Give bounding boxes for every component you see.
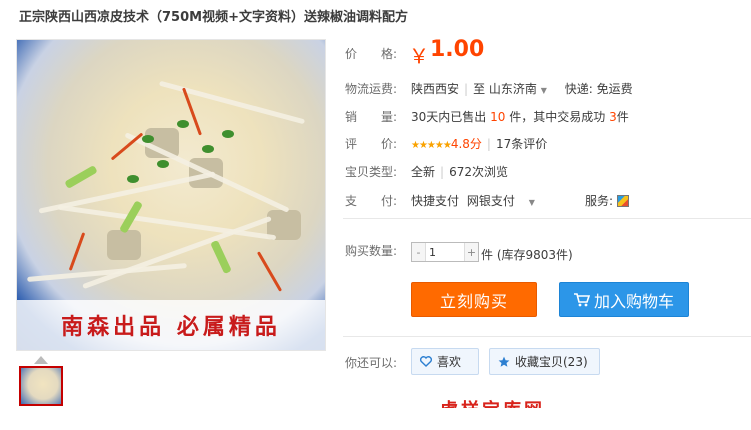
- service-icon[interactable]: [617, 195, 630, 207]
- ship-to-prefix: 至: [473, 82, 486, 96]
- like-label: 喜欢: [437, 355, 462, 369]
- buy-now-button[interactable]: 立刻购买: [411, 282, 537, 317]
- service-label: 服务:: [585, 194, 614, 208]
- price-label: 价 格:: [345, 47, 398, 61]
- quantity-decrement-button[interactable]: -: [412, 243, 426, 261]
- divider-bottom: [343, 336, 751, 337]
- thumbnail-pointer: [34, 356, 48, 364]
- stock-text: 件 (库存9803件): [481, 248, 573, 262]
- buy-now-label: 立刻购买: [439, 291, 508, 311]
- main-product-image[interactable]: 南森出品 必属精品: [16, 39, 326, 351]
- ship-to-select[interactable]: 山东济南 ▼: [489, 82, 547, 96]
- price-value: 1.00: [430, 37, 485, 62]
- quantity-increment-button[interactable]: +: [464, 243, 478, 261]
- ship-from: 陕西西安: [411, 82, 460, 96]
- rating-label: 评 价:: [345, 137, 398, 151]
- shipping-info: 陕西西安 | 至 山东济南 ▼ 快递: 免运费: [411, 82, 633, 96]
- footer-partial-text: …: [640, 399, 652, 407]
- review-count-link[interactable]: 17条评价: [496, 137, 547, 151]
- item-type-label: 宝贝类型:: [345, 165, 398, 179]
- payment-label: 支 付:: [345, 194, 398, 208]
- divider-top: [343, 218, 751, 219]
- payment-dropdown-icon[interactable]: ▼: [529, 198, 535, 207]
- also-can-label: 你还可以:: [345, 356, 398, 370]
- payment-quick: 快捷支付: [411, 194, 460, 208]
- image-banner: 南森出品 必属精品: [17, 300, 325, 350]
- sales-label: 销 量:: [345, 110, 398, 124]
- add-to-cart-button[interactable]: 加入购物车: [559, 282, 689, 317]
- view-count: 672次浏览: [449, 165, 508, 179]
- sales-success: 3: [609, 110, 617, 124]
- heart-icon: [420, 356, 432, 367]
- star-icon: [498, 356, 510, 367]
- favorite-label: 收藏宝贝(23): [515, 355, 588, 369]
- quantity-input[interactable]: [426, 243, 464, 261]
- sales-info: 30天内已售出 10 件，其中交易成功 3件: [411, 110, 629, 124]
- thumbnail-image[interactable]: [19, 366, 63, 406]
- item-condition: 全新: [411, 165, 436, 179]
- cart-icon: [573, 292, 590, 306]
- quantity-stepper[interactable]: - +: [411, 242, 479, 262]
- rating-info: ★★★★★4.8分 | 17条评价: [411, 137, 548, 151]
- add-to-cart-label: 加入购物车: [593, 291, 674, 311]
- image-banner-text: 南森出品 必属精品: [61, 314, 281, 340]
- payment-info: 快捷支付 网银支付 ▼: [411, 192, 535, 209]
- payment-bank: 网银支付: [466, 194, 515, 208]
- quantity-label: 购买数量:: [345, 244, 398, 258]
- footer-watermark-text: 虎样宝库网: [440, 396, 545, 408]
- ship-method: 快递: 免运费: [564, 82, 633, 96]
- sales-count: 10: [490, 110, 506, 124]
- dropdown-caret-icon: ▼: [540, 86, 547, 95]
- shipping-label: 物流运费:: [345, 82, 398, 96]
- service-info: 服务:: [585, 192, 630, 209]
- rating-stars: ★★★★★: [411, 140, 452, 151]
- favorite-button[interactable]: 收藏宝贝(23): [489, 348, 600, 375]
- currency-symbol: ￥: [409, 44, 429, 68]
- item-type-info: 全新 | 672次浏览: [411, 165, 508, 179]
- like-button[interactable]: 喜欢: [411, 348, 479, 375]
- rating-score: 4.8分: [450, 137, 482, 151]
- product-title: 正宗陕西山西凉皮技术（750M视频+文字资料）送辣椒油调料配方: [19, 10, 408, 25]
